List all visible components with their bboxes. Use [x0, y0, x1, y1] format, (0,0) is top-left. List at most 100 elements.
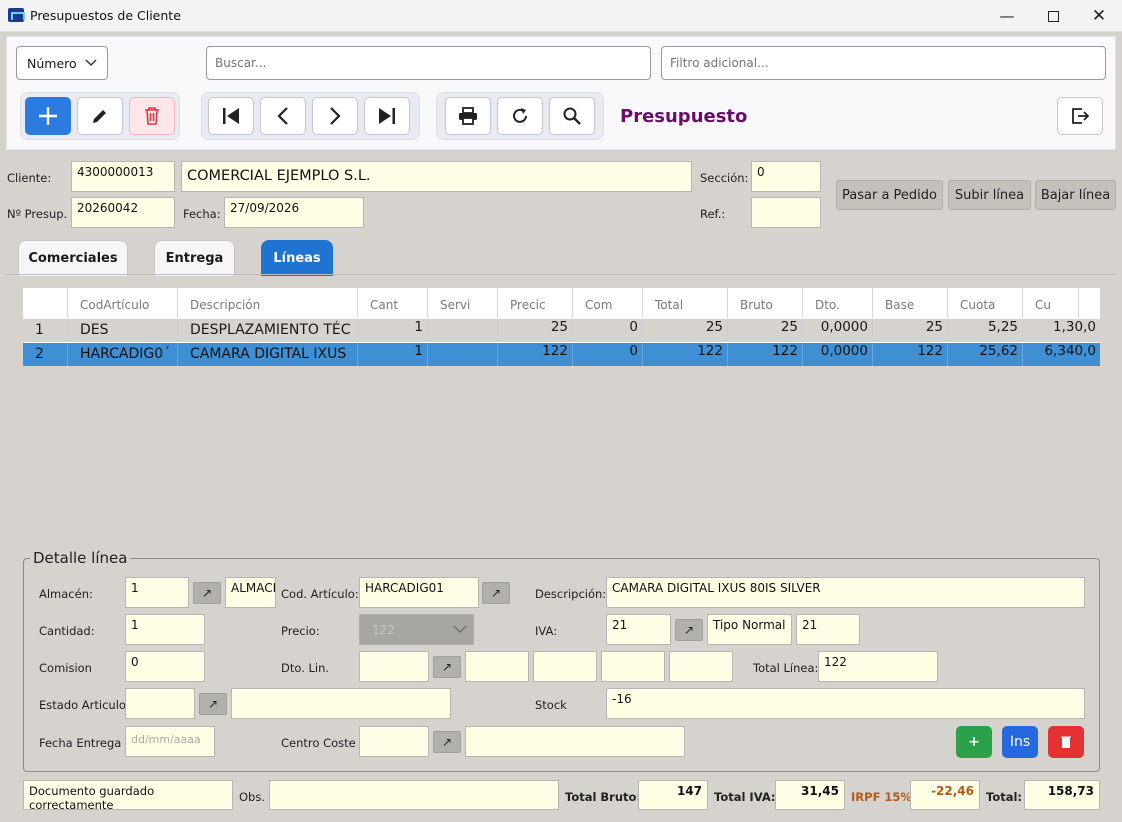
- iva-pct-field[interactable]: 21: [796, 614, 860, 645]
- fecha-field[interactable]: 27/09/2026: [224, 197, 364, 228]
- stock-field[interactable]: -16: [606, 688, 1085, 719]
- filter-input[interactable]: [661, 46, 1106, 80]
- codart-label: Cod. Artículo:: [281, 587, 359, 601]
- fecha-entrega-field[interactable]: dd/mm/aaaa: [125, 726, 215, 757]
- total-linea-field[interactable]: 122: [818, 651, 938, 682]
- centro-coste-field[interactable]: [359, 726, 429, 757]
- dto-field-2[interactable]: [533, 651, 597, 682]
- centro-coste-lookup-button[interactable]: ↗: [433, 731, 461, 753]
- obs-field[interactable]: [269, 780, 559, 810]
- comision-label: Comision: [39, 661, 92, 675]
- column-header[interactable]: Cant: [358, 288, 428, 318]
- column-header[interactable]: CodArtículo: [68, 288, 178, 318]
- column-header[interactable]: Descripción: [178, 288, 358, 318]
- print-button[interactable]: [445, 97, 491, 135]
- almacen-code-field[interactable]: 1: [125, 577, 189, 608]
- estado-articulo-field[interactable]: [125, 688, 195, 719]
- table-row-selected[interactable]: 2 HARCADIG0´ CAMARA DIGITAL IXUS 1 122 0…: [23, 343, 1100, 366]
- lines-grid[interactable]: CodArtículo Descripción Cant Servi Preci…: [23, 288, 1100, 366]
- table-cell: 2: [23, 343, 68, 366]
- estado-articulo-name-field[interactable]: [231, 688, 451, 719]
- dto-field-3[interactable]: [601, 651, 665, 682]
- ref-field[interactable]: [751, 197, 821, 228]
- tab-lineas[interactable]: Líneas: [261, 240, 333, 276]
- column-header[interactable]: Base: [873, 288, 948, 318]
- npresup-label: Nº Presup.: [7, 207, 68, 221]
- maximize-icon[interactable]: [1030, 0, 1076, 32]
- column-header[interactable]: Bruto: [728, 288, 803, 318]
- centro-coste-name-field[interactable]: [465, 726, 685, 757]
- tab-divider: [6, 274, 1116, 275]
- cliente-label: Cliente:: [7, 171, 52, 185]
- chevron-down-icon: [85, 59, 97, 66]
- close-icon[interactable]: ✕: [1076, 0, 1122, 32]
- arrow-up-right-icon: ↗: [490, 586, 502, 600]
- column-header[interactable]: Total: [643, 288, 728, 318]
- last-record-button[interactable]: [364, 97, 410, 135]
- total-label: Total:: [986, 790, 1023, 804]
- exit-button[interactable]: [1057, 97, 1103, 135]
- column-header[interactable]: Precic: [498, 288, 573, 318]
- column-header[interactable]: Cuota: [948, 288, 1023, 318]
- almacen-lookup-button[interactable]: ↗: [193, 582, 221, 604]
- previous-record-button[interactable]: [260, 97, 306, 135]
- iva-type-field[interactable]: Tipo Normal: [707, 614, 792, 645]
- column-header[interactable]: [23, 288, 68, 318]
- almacen-name-field[interactable]: ALMACE: [225, 577, 276, 608]
- column-header[interactable]: Servi: [428, 288, 498, 318]
- arrow-up-right-icon: ↗: [201, 586, 213, 600]
- delete-line-button[interactable]: [1048, 726, 1084, 758]
- app-icon: [8, 8, 25, 22]
- tab-entrega[interactable]: Entrega: [154, 240, 235, 276]
- npresup-field[interactable]: 20260042: [71, 197, 175, 228]
- irpf-value: -22,46: [910, 780, 980, 810]
- tab-comerciales[interactable]: Comerciales: [18, 240, 128, 276]
- delete-button[interactable]: [129, 97, 175, 135]
- seccion-field[interactable]: 0: [751, 161, 821, 192]
- first-record-button[interactable]: [208, 97, 254, 135]
- total-iva-label: Total IVA:: [714, 790, 776, 804]
- column-header[interactable]: Dto.: [803, 288, 873, 318]
- comision-field[interactable]: 0: [125, 651, 205, 682]
- iva-code-field[interactable]: 21: [606, 614, 671, 645]
- dtolin-lookup-button[interactable]: ↗: [433, 656, 461, 678]
- search-input[interactable]: [206, 46, 651, 80]
- table-cell: 25: [498, 319, 573, 342]
- refresh-button[interactable]: [497, 97, 543, 135]
- dtolin-field[interactable]: [359, 651, 429, 682]
- search-field-select[interactable]: Número: [16, 46, 108, 80]
- codart-field[interactable]: HARCADIG01: [359, 577, 479, 608]
- dto-field-1[interactable]: [465, 651, 529, 682]
- cantidad-field[interactable]: 1: [125, 614, 205, 645]
- pasar-a-pedido-button[interactable]: Pasar a Pedido: [836, 180, 943, 210]
- estado-lookup-button[interactable]: ↗: [199, 693, 227, 715]
- table-row[interactable]: 1 DES DESPLAZAMIENTO TÉC 1 25 0 25 25 0,…: [23, 319, 1100, 342]
- plus-icon: [39, 107, 57, 125]
- table-cell: HARCADIG0´: [68, 343, 178, 366]
- add-line-button[interactable]: +: [956, 726, 992, 758]
- table-cell: 122: [873, 343, 948, 366]
- insert-line-button[interactable]: Ins: [1002, 726, 1038, 758]
- subir-linea-button[interactable]: Subir línea: [948, 180, 1031, 210]
- add-button[interactable]: [25, 97, 71, 135]
- precio-label: Precio:: [281, 624, 320, 638]
- cliente-code-field[interactable]: 4300000013: [71, 161, 175, 192]
- codart-lookup-button[interactable]: ↗: [482, 582, 510, 604]
- iva-lookup-button[interactable]: ↗: [675, 619, 703, 641]
- title-bar: Presupuestos de Cliente — ✕: [0, 0, 1122, 32]
- bajar-linea-button[interactable]: Bajar línea: [1035, 180, 1116, 210]
- edit-button[interactable]: [77, 97, 123, 135]
- cliente-name-field[interactable]: COMERCIAL EJEMPLO S.L.: [181, 161, 692, 192]
- search-button[interactable]: [549, 97, 595, 135]
- precio-select[interactable]: 122: [359, 614, 474, 645]
- dto-field-4[interactable]: [669, 651, 733, 682]
- next-record-button[interactable]: [312, 97, 358, 135]
- minimize-icon[interactable]: —: [984, 0, 1030, 32]
- search-field-value: Número: [27, 55, 77, 71]
- descripcion-field[interactable]: CAMARA DIGITAL IXUS 80IS SILVER: [606, 577, 1085, 608]
- column-header[interactable]: Cu: [1023, 288, 1079, 318]
- refresh-icon: [513, 108, 527, 123]
- table-cell: 0: [573, 343, 643, 366]
- table-cell: 122: [643, 343, 728, 366]
- column-header[interactable]: Com: [573, 288, 643, 318]
